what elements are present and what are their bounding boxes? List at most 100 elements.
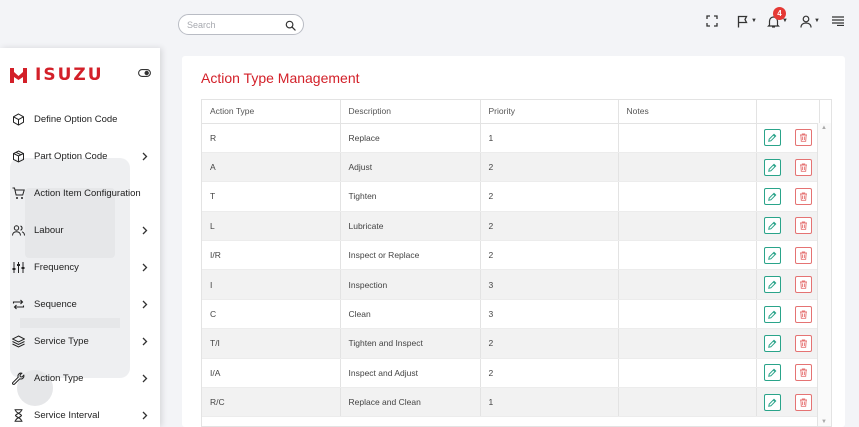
table-row: R/C Replace and Clean 1 [202,387,820,418]
hourglass-icon [14,409,23,422]
table-row: T Tighten 2 [202,181,820,212]
table-header-row: Action Type Description Priority Notes [202,100,820,124]
cell-description: Lubricate [340,211,481,242]
cell-actions [756,211,820,242]
cell-priority: 2 [480,328,619,359]
edit-button[interactable] [763,246,781,264]
cell-actions [756,328,820,359]
delete-button[interactable] [794,364,812,382]
delete-button[interactable] [794,187,812,205]
table-row: L Lubricate 2 [202,211,820,242]
sidebar-item-action-item-configuration[interactable]: Action Item Configuration [0,175,160,212]
pencil-icon [767,339,776,348]
isuzu-logo[interactable]: ISUZU [10,65,104,85]
delete-button[interactable] [794,393,812,411]
action-type-table-container[interactable]: Action Type Description Priority Notes R… [201,99,832,427]
sidebar-item-labour[interactable]: Labour [0,212,160,249]
cell-notes [618,299,757,330]
pencil-icon [767,398,776,407]
sidebar-item-label: Frequency [34,262,79,273]
table-row: I/R Inspect or Replace 2 [202,240,820,271]
edit-button[interactable] [763,217,781,235]
sidebar-toggle-icon[interactable] [138,69,151,77]
chevron-right-icon [142,152,148,161]
edit-button[interactable] [763,393,781,411]
chevron-right-icon [142,411,148,420]
chevron-down-icon: ▼ [814,18,820,24]
sidebar-item-label: Sequence [34,299,77,310]
column-header-description[interactable]: Description [340,100,481,124]
layers-icon [12,335,25,348]
cell-priority: 3 [480,299,619,330]
cart-icon [12,187,25,199]
sidebar-item-action-type[interactable]: Action Type [0,360,160,397]
cell-description: Adjust [340,152,481,183]
cell-actions [756,152,820,183]
cell-action-type: I/R [202,240,341,271]
trash-icon [799,368,807,378]
sidebar-item-define-option-code[interactable]: Define Option Code [0,101,160,138]
delete-button[interactable] [794,158,812,176]
sidebar-item-part-option-code[interactable]: Part Option Code [0,138,160,175]
trash-icon [799,310,807,319]
chevron-right-icon [142,226,148,235]
cell-actions [756,358,820,389]
table-scrollbar[interactable]: ▲ ▼ [817,123,831,426]
pencil-icon [767,163,776,172]
cell-action-type: A [202,152,341,183]
column-header-action-type[interactable]: Action Type [202,100,341,124]
cell-description: Tighten [340,181,481,212]
delete-button[interactable] [794,129,812,147]
edit-button[interactable] [763,158,781,176]
delete-button[interactable] [794,246,812,264]
column-header-priority[interactable]: Priority [480,100,619,124]
scroll-down-icon[interactable]: ▼ [821,419,827,425]
hamburger-menu-icon[interactable] [832,12,844,30]
trash-icon [799,163,807,172]
cell-description: Replace [340,123,481,153]
cell-actions [756,387,820,418]
sidebar-nav: Define Option Code Part Option Code Acti… [0,101,160,427]
cell-notes [618,269,757,300]
edit-button[interactable] [763,305,781,323]
fullscreen-icon[interactable] [706,12,718,30]
table-row: I Inspection 3 [202,269,820,300]
cell-notes [618,181,757,212]
user-menu[interactable]: ▼ [800,12,820,30]
scroll-up-icon[interactable]: ▲ [821,125,827,131]
edit-button[interactable] [763,187,781,205]
action-type-table: Action Type Description Priority Notes R… [202,100,820,418]
sidebar-item-sequence[interactable]: Sequence [0,286,160,323]
delete-button[interactable] [794,276,812,294]
delete-button[interactable] [794,217,812,235]
sidebar-item-service-interval[interactable]: Service Interval [0,397,160,427]
brand-name: ISUZU [35,65,104,85]
delete-button[interactable] [794,334,812,352]
trash-icon [799,221,807,231]
edit-button[interactable] [763,129,781,147]
flag-menu[interactable]: ▼ [737,12,757,30]
pencil-icon [767,133,776,143]
cell-description: Inspect or Replace [340,240,481,271]
sidebar-item-label: Service Type [34,336,89,347]
sidebar-item-service-type[interactable]: Service Type [0,323,160,360]
edit-button[interactable] [763,334,781,352]
cell-priority: 2 [480,358,619,389]
flag-icon [737,15,748,27]
cell-notes [618,328,757,359]
delete-button[interactable] [794,305,812,323]
edit-button[interactable] [763,364,781,382]
edit-button[interactable] [763,276,781,294]
cell-notes [618,358,757,389]
trash-icon [799,398,807,407]
search-icon[interactable] [285,20,296,31]
cell-priority: 2 [480,240,619,271]
column-header-notes[interactable]: Notes [618,100,757,124]
search-input[interactable] [187,17,283,32]
cell-description: Inspection [340,269,481,300]
sidebar-item-frequency[interactable]: Frequency [0,249,160,286]
cell-description: Tighten and Inspect [340,328,481,359]
chevron-right-icon [142,263,148,272]
notification-badge: 4 [773,7,786,20]
cell-description: Replace and Clean [340,387,481,418]
